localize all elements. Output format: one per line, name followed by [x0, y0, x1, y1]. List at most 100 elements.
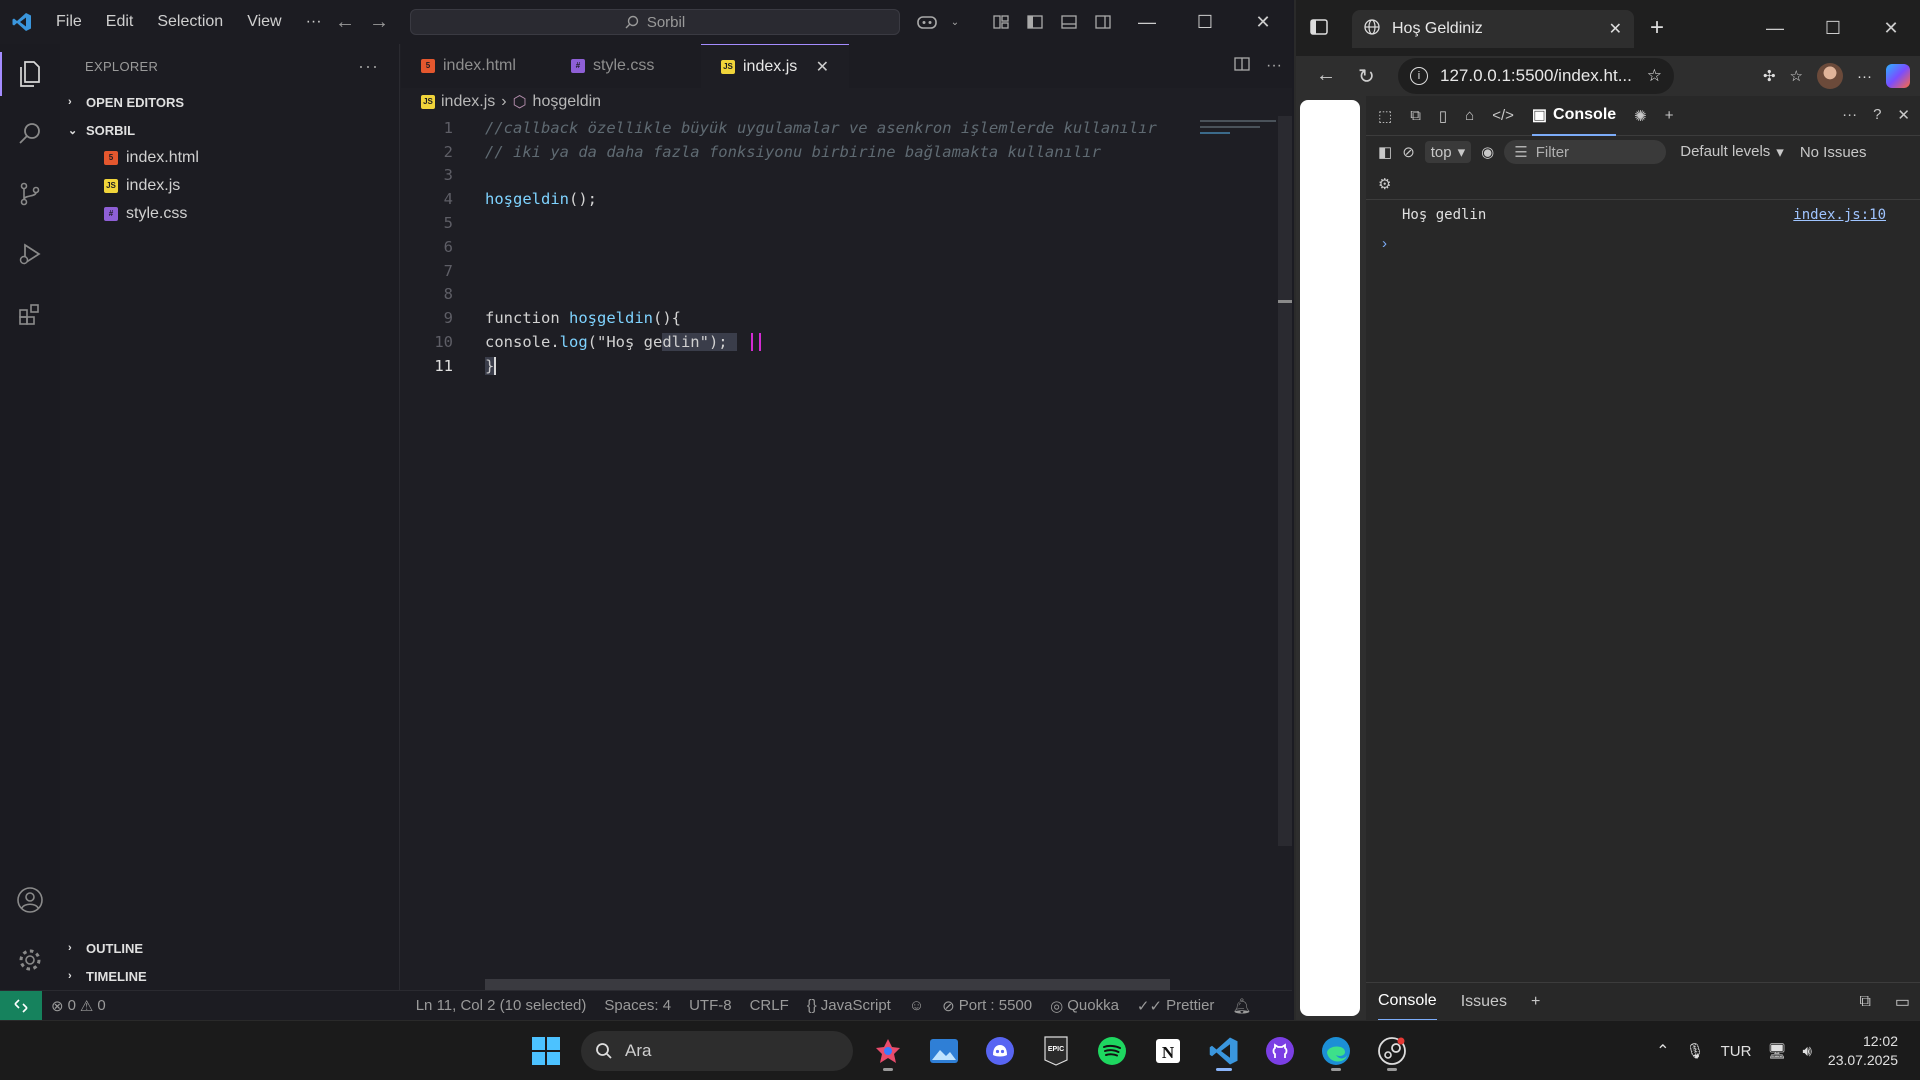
new-tab-icon[interactable]: +	[1650, 14, 1664, 42]
extensions-icon[interactable]	[0, 284, 60, 344]
log-levels-dropdown[interactable]: Default levels ▾	[1680, 143, 1784, 161]
console-prompt[interactable]: ›	[1366, 230, 1920, 256]
breadcrumb-symbol[interactable]: hoşgeldin	[533, 93, 602, 111]
indentation[interactable]: Spaces: 4	[595, 997, 680, 1014]
toggle-panel-icon[interactable]	[1057, 10, 1081, 34]
encoding[interactable]: UTF-8	[680, 997, 741, 1014]
epic-games-app-icon[interactable]: EPIC	[1035, 1030, 1077, 1072]
source-control-icon[interactable]	[0, 164, 60, 224]
favorites-icon[interactable]: ☆	[1790, 67, 1803, 85]
remote-indicator-icon[interactable]	[0, 990, 42, 1021]
input-language[interactable]: TUR	[1721, 1043, 1752, 1060]
refresh-icon[interactable]: ↻	[1358, 64, 1375, 89]
file-item-index-html[interactable]: 5 index.html	[60, 144, 399, 172]
file-item-index-js[interactable]: JS index.js	[60, 172, 399, 200]
url-bar[interactable]: i 127.0.0.1:5500/index.ht... ☆	[1398, 58, 1674, 94]
drawer-tab-issues[interactable]: Issues	[1461, 993, 1507, 1011]
filter-input[interactable]: ☰ Filter	[1504, 140, 1667, 164]
more-actions-icon[interactable]: ···	[1266, 57, 1282, 75]
context-selector[interactable]: top ▾	[1424, 141, 1472, 163]
more-actions-icon[interactable]: ···	[358, 56, 379, 77]
maximize-icon[interactable]: ☐	[1804, 0, 1862, 56]
help-icon[interactable]: ?	[1873, 106, 1881, 124]
add-tool-icon[interactable]: +	[1665, 107, 1674, 124]
live-server-port[interactable]: ⊘ Port : 5500	[933, 997, 1041, 1015]
toggle-secondary-sidebar-icon[interactable]	[1091, 10, 1115, 34]
menu-more[interactable]: ···	[294, 0, 334, 44]
maximize-icon[interactable]: ☐	[1176, 0, 1234, 44]
copilot-app-icon[interactable]	[867, 1030, 909, 1072]
dock-side-icon[interactable]: ▯	[1439, 107, 1447, 125]
volume-icon[interactable]: 🔊︎	[1802, 1043, 1811, 1060]
log-source-link[interactable]: index.js:10	[1793, 207, 1886, 223]
search-icon[interactable]	[0, 104, 60, 164]
close-icon[interactable]: ✕	[1862, 0, 1920, 56]
menu-selection[interactable]: Selection	[145, 0, 235, 44]
menu-edit[interactable]: Edit	[94, 0, 146, 44]
end-of-line[interactable]: CRLF	[741, 997, 798, 1014]
bell-icon[interactable]: 🔔︎	[1223, 997, 1260, 1015]
forward-arrow-icon[interactable]: →	[369, 11, 389, 34]
issues-count[interactable]: No Issues	[1800, 144, 1867, 161]
photos-app-icon[interactable]	[923, 1030, 965, 1072]
dock-drawer-icon[interactable]: ⧉	[1859, 993, 1870, 1011]
outline-section[interactable]: › OUTLINE	[60, 934, 399, 962]
welcome-home-icon[interactable]: ⌂	[1465, 107, 1474, 124]
tab-index-js[interactable]: JS index.js ✕	[701, 44, 849, 88]
horizontal-scrollbar[interactable]	[485, 979, 1170, 990]
chevron-down-icon[interactable]: ⌄	[949, 10, 961, 34]
copilot-status-icon[interactable]: ☺	[900, 997, 933, 1014]
accounts-icon[interactable]	[0, 870, 60, 930]
run-debug-icon[interactable]	[0, 224, 60, 284]
tab-actions-icon[interactable]	[1310, 18, 1328, 40]
steam-app-icon[interactable]	[1371, 1030, 1413, 1072]
extensions-puzzle-icon[interactable]: ✣	[1763, 67, 1776, 85]
file-item-style-css[interactable]: # style.css	[60, 200, 399, 228]
code-editor[interactable]: 1 //callback özellikle büyük uygulamalar…	[401, 116, 1292, 378]
network-icon[interactable]: 🖥︎	[1767, 1042, 1786, 1060]
web-page-viewport[interactable]	[1300, 100, 1360, 1016]
timeline-section[interactable]: › TIMELINE	[60, 962, 399, 990]
quokka-status[interactable]: ◎ Quokka	[1041, 997, 1128, 1015]
start-button-icon[interactable]	[525, 1030, 567, 1072]
drawer-tab-console[interactable]: Console	[1378, 983, 1437, 1021]
bug-icon[interactable]: ✺	[1634, 107, 1647, 125]
split-editor-icon[interactable]	[1234, 56, 1250, 76]
discord-app-icon[interactable]	[979, 1030, 1021, 1072]
close-tab-icon[interactable]: ✕	[816, 57, 829, 77]
edge-app-icon[interactable]	[1315, 1030, 1357, 1072]
command-center-search[interactable]: Sorbil	[410, 9, 900, 35]
cursor-position[interactable]: Ln 11, Col 2 (10 selected)	[407, 997, 596, 1014]
clock[interactable]: 12:02 23.07.2025	[1828, 1032, 1898, 1070]
microphone-icon[interactable]: 🎙︎	[1686, 1042, 1705, 1060]
tab-index-html[interactable]: 5 index.html	[401, 44, 551, 88]
gear-icon[interactable]	[0, 930, 60, 990]
menu-view[interactable]: View	[235, 0, 293, 44]
clear-console-icon[interactable]: ⊘	[1402, 143, 1415, 161]
browser-tab[interactable]: Hoş Geldiniz ✕	[1352, 10, 1634, 48]
open-editors-section[interactable]: › OPEN EDITORS	[60, 88, 399, 116]
add-drawer-tab-icon[interactable]: +	[1531, 993, 1540, 1011]
favorite-star-icon[interactable]: ☆	[1647, 66, 1662, 86]
explorer-icon[interactable]	[0, 44, 60, 104]
gear-icon[interactable]: ⚙	[1378, 175, 1391, 193]
notion-app-icon[interactable]: N	[1147, 1030, 1189, 1072]
tab-style-css[interactable]: # style.css	[551, 44, 701, 88]
project-folder-section[interactable]: ⌄ SORBIL	[60, 116, 399, 144]
more-options-icon[interactable]: ···	[1842, 106, 1857, 124]
device-toolbar-icon[interactable]: ⧉	[1410, 107, 1421, 124]
live-expression-eye-icon[interactable]: ◉	[1481, 143, 1494, 161]
more-menu-icon[interactable]: ···	[1857, 68, 1872, 85]
tab-console[interactable]: ▣ Console	[1531, 96, 1617, 136]
copilot-icon[interactable]	[915, 10, 939, 34]
back-arrow-icon[interactable]: ←	[1316, 64, 1336, 87]
toggle-primary-sidebar-icon[interactable]	[1023, 10, 1047, 34]
language-mode[interactable]: {} JavaScript	[798, 997, 900, 1014]
minimize-icon[interactable]: —	[1746, 0, 1804, 56]
spotify-app-icon[interactable]	[1091, 1030, 1133, 1072]
elements-tab-icon[interactable]: </>	[1492, 107, 1514, 124]
close-tab-icon[interactable]: ✕	[1609, 19, 1622, 39]
close-drawer-icon[interactable]: ▭	[1895, 992, 1910, 1012]
customize-layout-icon[interactable]	[989, 10, 1013, 34]
copilot-icon[interactable]	[1886, 64, 1910, 88]
